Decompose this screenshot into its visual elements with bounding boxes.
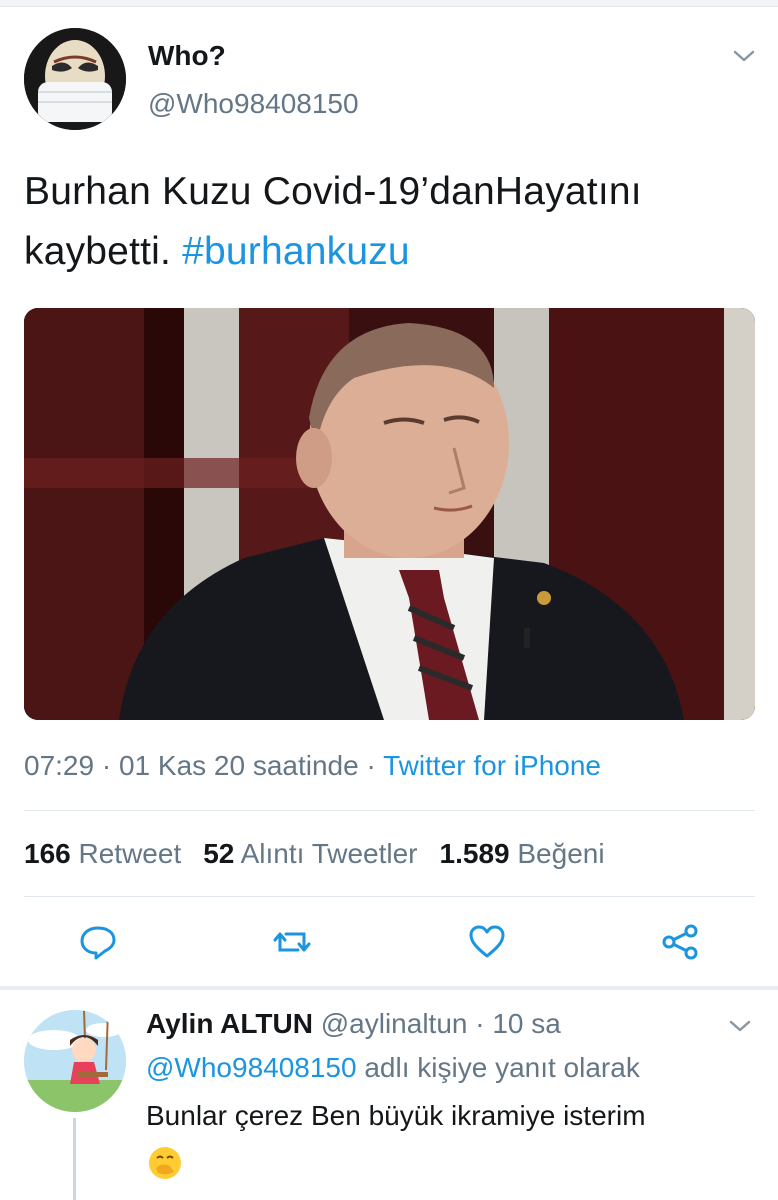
- section-divider: [0, 986, 778, 990]
- divider: [24, 810, 755, 811]
- replying-to-handle-link[interactable]: @Who98408150: [146, 1052, 357, 1083]
- share-icon[interactable]: [660, 922, 700, 962]
- reply-header: Aylin ALTUN @aylinaltun · 10 sa: [146, 1008, 561, 1040]
- tweet-date: 01 Kas 20 saatinde: [118, 750, 359, 781]
- author-name[interactable]: Who?: [148, 40, 226, 72]
- reply-author-avatar[interactable]: [24, 1010, 126, 1112]
- likes-stat[interactable]: 1.589 Beğeni: [440, 838, 605, 869]
- likes-label: Beğeni: [517, 838, 605, 869]
- retweets-stat[interactable]: 166 Retweet: [24, 838, 181, 869]
- man-in-suit-photo-icon: [24, 308, 755, 720]
- cartoon-girl-avatar-icon: [24, 1010, 126, 1112]
- likes-count: 1.589: [439, 838, 510, 869]
- chevron-down-icon[interactable]: [728, 1016, 752, 1036]
- thread-line: [73, 1118, 76, 1200]
- tweet-meta: 07:29 · 01 Kas 20 saatinde · Twitter for…: [24, 750, 601, 782]
- author-avatar[interactable]: [24, 28, 126, 130]
- reply-icon[interactable]: [78, 922, 118, 962]
- replying-to-suffix: adlı kişiye yanıt olarak: [364, 1052, 640, 1083]
- meta-separator: ·: [366, 750, 376, 781]
- tweet-text: Burhan Kuzu Covid-19’danHayatını kaybett…: [24, 162, 759, 282]
- quotes-stat[interactable]: 52 Alıntı Tweetler: [203, 838, 417, 869]
- reply-text: Bunlar çerez Ben büyük ikramiye isterim: [146, 1100, 646, 1131]
- retweets-label: Retweet: [78, 838, 182, 869]
- quotes-count: 52: [203, 838, 235, 869]
- chevron-down-icon[interactable]: [732, 46, 756, 66]
- face-with-hand-over-mouth-icon: [149, 1147, 181, 1179]
- masked-face-avatar-icon: [24, 28, 126, 130]
- reply-time: 10 sa: [492, 1008, 561, 1039]
- top-divider: [0, 0, 778, 7]
- like-icon[interactable]: [467, 922, 507, 962]
- reply-time-separator: ·: [475, 1008, 485, 1039]
- divider: [24, 896, 755, 897]
- tweet-photo[interactable]: [24, 308, 755, 720]
- author-handle[interactable]: @Who98408150: [148, 88, 359, 120]
- tweet-source-link[interactable]: Twitter for iPhone: [383, 750, 601, 781]
- meta-separator: ·: [101, 750, 112, 781]
- retweet-icon[interactable]: [272, 922, 312, 962]
- hashtag-link[interactable]: #burhankuzu: [182, 230, 410, 273]
- replying-to: @Who98408150 adlı kişiye yanıt olarak: [146, 1052, 640, 1084]
- reply-author-handle[interactable]: @aylinaltun: [321, 1008, 468, 1039]
- tweet-time: 07:29: [24, 750, 95, 781]
- reply-author-name[interactable]: Aylin ALTUN: [146, 1008, 313, 1039]
- quotes-label: Alıntı Tweetler: [240, 838, 418, 869]
- tweet-stats: 166 Retweet 52 Alıntı Tweetler 1.589 Beğen…: [24, 838, 605, 870]
- retweets-count: 166: [24, 838, 71, 869]
